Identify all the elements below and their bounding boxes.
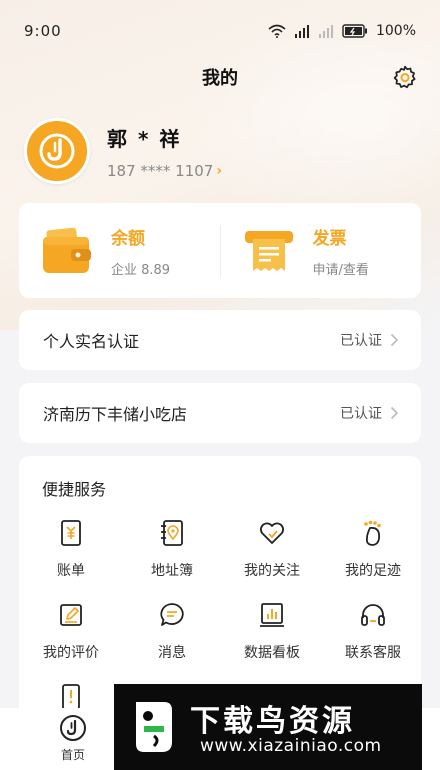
shop-status-group: 已认证 (340, 403, 399, 423)
watermark-text: 下载鸟资源 (190, 704, 355, 739)
status-bar: 9:00 100% (0, 0, 440, 62)
service-label: 账单 (57, 563, 85, 579)
profile-section[interactable]: 郭 * 祥 187 **** 1107 › (24, 116, 222, 186)
service-label: 联系客服 (345, 645, 401, 661)
shop-status: 已认证 (340, 406, 382, 422)
service-address-book[interactable]: 地址簿 (122, 518, 222, 588)
service-review[interactable]: 我的评价 (21, 600, 121, 670)
wallet-icon (43, 227, 91, 273)
home-logo-icon (60, 715, 86, 741)
service-label: 消息 (158, 645, 186, 661)
gear-icon[interactable] (392, 64, 418, 90)
status-time: 9:00 (24, 22, 62, 40)
realname-status: 已认证 (340, 333, 382, 349)
signal-icon (294, 25, 309, 38)
invoice-text: 发票 申请/查看 (313, 224, 369, 278)
bill-icon (61, 520, 81, 546)
service-label: 我的足迹 (345, 563, 401, 579)
review-icon (60, 604, 82, 626)
invoice-title: 发票 (312, 228, 347, 249)
services-title: 便捷服务 (42, 480, 107, 499)
service-message[interactable]: 消息 (122, 600, 222, 670)
invoice-entry[interactable]: 发票 申请/查看 (221, 203, 422, 298)
tab-home[interactable]: 首页 (40, 714, 106, 763)
balance-entry[interactable]: 余额 企业 8.89 (19, 203, 220, 298)
service-follow[interactable]: 我的关注 (222, 518, 322, 588)
wifi-icon (268, 24, 286, 38)
shop-row[interactable]: 济南历下丰储小吃店 已认证 (19, 383, 421, 443)
headset-icon (361, 604, 385, 626)
service-label: 我的关注 (244, 563, 300, 579)
status-icons: 100% (268, 23, 416, 39)
user-phone[interactable]: 187 **** 1107 › (107, 162, 222, 180)
service-customer-support[interactable]: 联系客服 (323, 600, 423, 670)
service-footprint[interactable]: 我的足迹 (323, 518, 423, 588)
bird-logo-icon (136, 702, 172, 752)
shop-label: 济南历下丰储小吃店 (43, 405, 188, 424)
watermark-banner: 下载鸟资源 www.xiazainiao.com (114, 684, 422, 770)
service-label: 我的评价 (43, 645, 99, 661)
chevron-right-icon: › (216, 162, 223, 179)
profile-text: 郭 * 祥 187 **** 1107 › (107, 123, 222, 180)
avatar[interactable] (24, 118, 90, 184)
realname-status-group: 已认证 (340, 330, 399, 350)
page-header: 我的 (0, 60, 440, 94)
battery-percent: 100% (375, 23, 416, 39)
balance-title: 余额 (111, 228, 145, 249)
j-logo-icon (39, 133, 75, 169)
realname-label: 个人实名认证 (43, 332, 140, 351)
battery-icon (342, 24, 367, 38)
tab-home-label: 首页 (60, 748, 85, 762)
chevron-right-icon (390, 333, 399, 347)
watermark-url: www.xiazainiao.com (200, 736, 382, 756)
invoice-icon (244, 230, 293, 271)
wallet-card: 余额 企业 8.89 发票 申请/查看 (19, 203, 421, 298)
heart-icon (260, 522, 284, 544)
balance-value: 企业 8.89 (111, 262, 171, 278)
service-bill[interactable]: 账单 (21, 518, 121, 588)
message-icon (160, 603, 184, 626)
balance-text: 余额 企业 8.89 (111, 224, 170, 278)
realname-row[interactable]: 个人实名认证 已认证 (19, 310, 421, 370)
phone-number: 187 **** 1107 (107, 161, 214, 180)
service-label: 地址簿 (151, 563, 193, 579)
address-book-icon (161, 520, 183, 546)
service-label: 数据看板 (244, 645, 300, 661)
chevron-right-icon (390, 406, 399, 420)
page-title: 我的 (202, 68, 238, 89)
invoice-sub: 申请/查看 (312, 262, 369, 278)
signal-icon (318, 25, 333, 38)
user-name: 郭 * 祥 (107, 126, 182, 151)
service-data-board[interactable]: 数据看板 (222, 600, 322, 670)
data-board-icon (260, 603, 284, 627)
footprint-icon (364, 520, 381, 546)
